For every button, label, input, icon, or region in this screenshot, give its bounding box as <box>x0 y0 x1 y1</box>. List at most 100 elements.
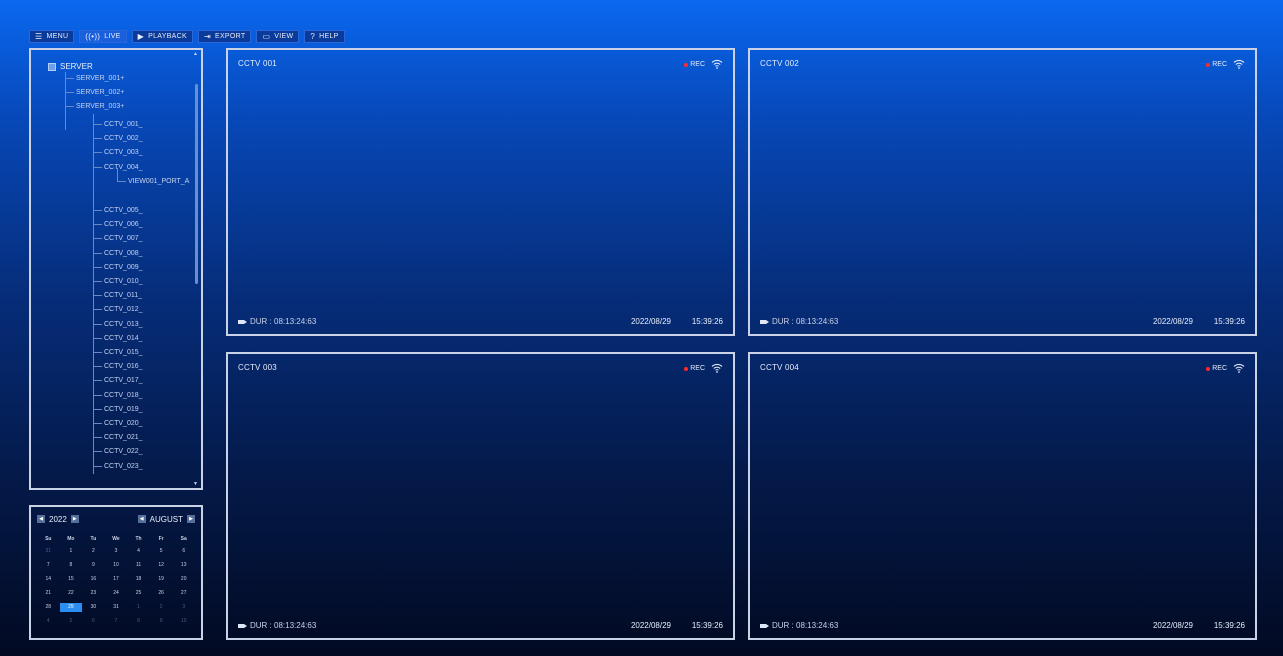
expand-icon[interactable] <box>48 62 56 71</box>
weekday-label: Su <box>45 536 52 542</box>
tree-camera-cctv_013_[interactable]: CCTV_013_ <box>93 321 143 328</box>
tree-node-label: CCTV_011_ <box>104 292 143 300</box>
calendar-day[interactable]: 13 <box>172 561 195 570</box>
calendar-day[interactable]: 24 <box>105 589 128 598</box>
tree-camera-cctv_005_[interactable]: CCTV_005_ <box>93 207 143 214</box>
calendar-day[interactable]: 3 <box>105 547 128 556</box>
view-button[interactable]: ▭ VIEW <box>256 30 300 43</box>
next-month-icon[interactable]: ▶ <box>187 515 195 523</box>
calendar-day[interactable]: 19 <box>150 575 173 584</box>
tree-camera-cctv_017_[interactable]: CCTV_017_ <box>93 377 143 384</box>
tree-branch-line <box>93 451 102 453</box>
calendar-day[interactable]: 21 <box>37 589 60 598</box>
tree-root[interactable]: SERVER <box>48 62 93 71</box>
camera-time: 15:39:26 <box>691 317 723 326</box>
calendar-day[interactable]: 1 <box>60 547 83 556</box>
camera-tile-2[interactable]: CCTV 002 REC DUR : 08:13:24:63 2022/08/29 15… <box>748 48 1257 336</box>
tree-camera-cctv_014_[interactable]: CCTV_014_ <box>93 335 143 342</box>
calendar-day[interactable]: 31 <box>37 547 60 556</box>
help-button[interactable]: ? HELP <box>304 30 345 43</box>
playback-button[interactable]: ▶ PLAYBACK <box>131 30 193 43</box>
tree-camera-cctv_002_[interactable]: CCTV_002_ <box>93 135 143 142</box>
calendar-day[interactable]: 1 <box>127 603 150 612</box>
calendar-day-selected[interactable]: 29 <box>59 603 83 612</box>
menu-button[interactable]: ☰ MENU <box>29 30 75 43</box>
calendar-day[interactable]: 31 <box>105 603 128 612</box>
calendar-day[interactable]: 17 <box>105 575 128 584</box>
export-button[interactable]: ⇥ EXPORT <box>197 30 252 43</box>
calendar-day[interactable]: 10 <box>172 617 195 626</box>
calendar-day[interactable]: 7 <box>105 617 128 626</box>
calendar-day[interactable]: 9 <box>150 617 173 626</box>
tree-camera-cctv_020_[interactable]: CCTV_020_ <box>93 420 143 427</box>
tree-server-2[interactable]: SERVER_002+ <box>65 89 124 96</box>
play-icon: ▶ <box>137 31 145 41</box>
live-button[interactable]: ((•)) LIVE <box>79 30 127 43</box>
tree-camera-cctv_010_[interactable]: CCTV_010_ <box>93 278 143 285</box>
calendar-day[interactable]: 9 <box>82 561 105 570</box>
calendar-day[interactable]: 8 <box>60 561 83 570</box>
calendar-day[interactable]: 7 <box>37 561 60 570</box>
next-year-icon[interactable]: ▶ <box>70 515 79 523</box>
tree-camera-cctv_003_[interactable]: CCTV_003_ <box>93 149 143 156</box>
wifi-icon <box>711 59 723 69</box>
tree-branch-line <box>65 106 74 107</box>
scroll-thumb[interactable] <box>195 84 198 284</box>
camera-tile-4[interactable]: CCTV 004 REC DUR : 08:13:24:63 2022/08/29 15… <box>748 352 1257 640</box>
tree-camera-cctv_006_[interactable]: CCTV_006_ <box>93 221 143 228</box>
tree-camera-cctv_008_[interactable]: CCTV_008_ <box>93 250 143 257</box>
calendar-day[interactable]: 14 <box>37 575 60 584</box>
scroll-up-icon[interactable]: ▲ <box>193 51 198 57</box>
tree-camera-cctv_011_[interactable]: CCTV_011_ <box>93 292 142 299</box>
calendar-day[interactable]: 3 <box>172 603 195 612</box>
calendar-day[interactable]: 2 <box>82 547 105 556</box>
tree-camera-cctv_019_[interactable]: CCTV_019_ <box>93 406 143 413</box>
scroll-down-icon[interactable]: ▼ <box>193 481 198 487</box>
tree-server-3[interactable]: SERVER_003+ <box>65 103 124 110</box>
calendar-day[interactable]: 25 <box>127 589 150 598</box>
calendar-day[interactable]: 27 <box>172 589 195 598</box>
prev-year-icon[interactable]: ◀ <box>37 515 45 523</box>
calendar-day[interactable]: 23 <box>82 589 105 598</box>
tree-camera-cctv_012_[interactable]: CCTV_012_ <box>93 306 143 313</box>
calendar-day[interactable]: 30 <box>82 603 105 612</box>
calendar-day[interactable]: 5 <box>60 617 83 626</box>
prev-month-icon[interactable]: ◀ <box>137 515 146 523</box>
calendar-day[interactable]: 20 <box>172 575 195 584</box>
calendar-day[interactable]: 10 <box>105 561 128 570</box>
camera-date: 2022/08/29 <box>1152 317 1193 326</box>
tree-camera-cctv_009_[interactable]: CCTV_009_ <box>93 264 143 271</box>
calendar-day[interactable]: 6 <box>172 547 195 556</box>
calendar-day[interactable]: 4 <box>127 547 150 556</box>
camera-tile-3[interactable]: CCTV 003 REC DUR : 08:13:24:63 2022/08/29 15… <box>226 352 735 640</box>
calendar-day[interactable]: 16 <box>82 575 105 584</box>
calendar-day[interactable]: 11 <box>127 561 150 570</box>
tree-camera-cctv_018_[interactable]: CCTV_018_ <box>93 392 143 399</box>
camera-tile-1[interactable]: CCTV 001 REC DUR : 08:13:24:63 2022/08/29 15… <box>226 48 735 336</box>
calendar-day[interactable]: 15 <box>60 575 83 584</box>
tree-camera-cctv_015_[interactable]: CCTV_015_ <box>93 349 143 356</box>
tree-camera-cctv_023_[interactable]: CCTV_023_ <box>93 463 143 470</box>
calendar-day[interactable]: 5 <box>150 547 173 556</box>
month-label: AUGUST <box>149 514 183 524</box>
calendar-day[interactable]: 8 <box>127 617 150 626</box>
tree-branch-line <box>93 124 102 125</box>
calendar-day[interactable]: 18 <box>127 575 150 584</box>
calendar-day[interactable]: 6 <box>82 617 105 626</box>
calendar-day[interactable]: 22 <box>60 589 83 598</box>
calendar-day[interactable]: 28 <box>37 603 60 612</box>
tree-node-label: SERVER_003+ <box>76 103 125 110</box>
calendar-day[interactable]: 4 <box>37 617 60 626</box>
calendar-day[interactable]: 12 <box>150 561 173 570</box>
tree-scrollbar[interactable]: ▲ ▼ <box>193 51 198 487</box>
tree-camera-cctv_021_[interactable]: CCTV_021_ <box>93 434 143 441</box>
tree-camera-cctv_007_[interactable]: CCTV_007_ <box>93 235 143 242</box>
tree-camera-cctv_022_[interactable]: CCTV_022_ <box>93 448 143 455</box>
calendar-day[interactable]: 26 <box>150 589 173 598</box>
tree-port-node[interactable]: VIEW001_PORT_A <box>117 178 189 185</box>
tree-server-1[interactable]: SERVER_001+ <box>65 75 124 82</box>
tree-camera-cctv_016_[interactable]: CCTV_016_ <box>93 363 143 370</box>
tree-camera-cctv_001_[interactable]: CCTV_001_ <box>93 121 143 128</box>
calendar-day[interactable]: 2 <box>150 603 173 612</box>
tree-root-label: SERVER <box>60 62 93 71</box>
